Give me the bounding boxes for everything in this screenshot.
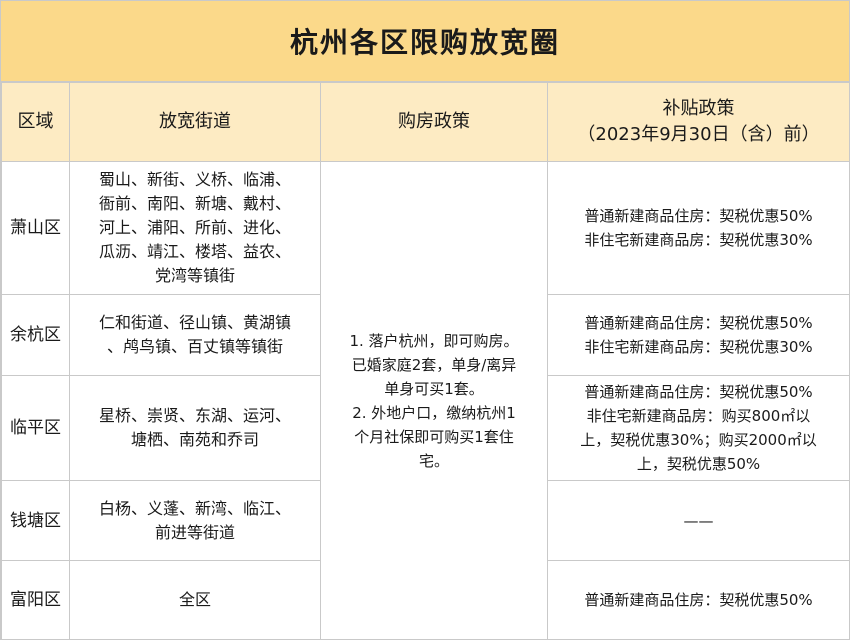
region-cell: 余杭区 bbox=[1, 294, 70, 376]
streets-line: 衙前、南阳、新塘、戴村、 bbox=[98, 194, 291, 213]
streets-cell: 蜀山、新街、义桥、临浦、 衙前、南阳、新塘、戴村、 河上、浦阳、所前、进化、 瓜… bbox=[69, 161, 321, 295]
policy-table: 区域 放宽街道 购房政策 补贴政策 （2023年9月30日（含）前） 萧山区 蜀… bbox=[1, 82, 850, 640]
policy-line: 个月社保即可购买1套住 bbox=[354, 427, 514, 446]
streets-line: 瓜沥、靖江、楼塔、益农、 bbox=[98, 242, 291, 261]
header-purchase-policy: 购房政策 bbox=[320, 82, 548, 162]
header-subsidy-title: 补贴政策 bbox=[662, 98, 735, 119]
streets-line: 星桥、崇贤、东湖、运河、 bbox=[98, 406, 291, 425]
streets-cell: 仁和街道、径山镇、黄湖镇 、鸬鸟镇、百丈镇等镇街 bbox=[69, 294, 321, 376]
header-subsidy-note: （2023年9月30日（含）前） bbox=[577, 124, 820, 145]
subsidy-line: 上，契税优惠50% bbox=[636, 455, 761, 473]
policy-line: 宅。 bbox=[418, 451, 449, 470]
subsidy-line: 普通新建商品住房：契税优惠50% bbox=[584, 314, 813, 332]
streets-line: 、鸬鸟镇、百丈镇等镇街 bbox=[106, 337, 283, 356]
streets-cell: 全区 bbox=[69, 560, 321, 640]
header-streets: 放宽街道 bbox=[69, 82, 321, 162]
subsidy-line: 非住宅新建商品房：契税优惠30% bbox=[584, 231, 813, 249]
policy-line: 已婚家庭2套，单身/离异 bbox=[351, 355, 517, 374]
subsidy-line: 普通新建商品住房：契税优惠50% bbox=[584, 383, 813, 401]
streets-line: 塘栖、南苑和乔司 bbox=[130, 430, 259, 449]
policy-line: 1. 落户杭州，即可购房。 bbox=[349, 331, 519, 350]
table-row: 萧山区 蜀山、新街、义桥、临浦、 衙前、南阳、新塘、戴村、 河上、浦阳、所前、进… bbox=[1, 161, 850, 640]
page-title: 杭州各区限购放宽圈 bbox=[1, 1, 849, 82]
header-region: 区域 bbox=[1, 82, 70, 162]
streets-line: 仁和街道、径山镇、黄湖镇 bbox=[98, 313, 291, 332]
streets-cell: 星桥、崇贤、东湖、运河、 塘栖、南苑和乔司 bbox=[69, 375, 321, 481]
subsidy-cell: 普通新建商品住房：契税优惠50% 非住宅新建商品房：契税优惠30% bbox=[547, 294, 850, 376]
subsidy-line: 上，契税优惠30%；购买2000㎡以 bbox=[580, 431, 817, 449]
streets-line: 前进等街道 bbox=[154, 522, 235, 542]
streets-line: 蜀山、新街、义桥、临浦、 bbox=[98, 170, 291, 189]
subsidy-line: 非住宅新建商品房：购买800㎡以 bbox=[586, 407, 811, 425]
policy-line: 2. 外地户口，缴纳杭州1 bbox=[352, 403, 516, 422]
region-cell: 临平区 bbox=[1, 375, 70, 481]
header-row: 区域 放宽街道 购房政策 补贴政策 （2023年9月30日（含）前） bbox=[1, 82, 850, 162]
subsidy-line: 非住宅新建商品房：契税优惠30% bbox=[584, 338, 813, 356]
subsidy-cell: 普通新建商品住房：契税优惠50% 非住宅新建商品房：契税优惠30% bbox=[547, 161, 850, 295]
region-cell: 钱塘区 bbox=[1, 480, 70, 561]
subsidy-line: 普通新建商品住房：契税优惠50% bbox=[584, 591, 813, 609]
region-cell: 富阳区 bbox=[1, 560, 70, 640]
streets-line: 全区 bbox=[178, 590, 211, 609]
region-cell: 萧山区 bbox=[1, 161, 70, 295]
header-subsidy: 补贴政策 （2023年9月30日（含）前） bbox=[547, 82, 850, 162]
streets-line: 党湾等镇街 bbox=[154, 266, 235, 285]
streets-line: 河上、浦阳、所前、进化、 bbox=[98, 218, 291, 237]
subsidy-cell: —— bbox=[547, 480, 850, 561]
subsidy-cell: 普通新建商品住房：契税优惠50% 非住宅新建商品房：购买800㎡以 上，契税优惠… bbox=[547, 375, 850, 481]
subsidy-line: 普通新建商品住房：契税优惠50% bbox=[584, 207, 813, 225]
purchase-policy-cell: 1. 落户杭州，即可购房。 已婚家庭2套，单身/离异 单身可买1套。 2. 外地… bbox=[320, 161, 548, 640]
policy-line: 单身可买1套。 bbox=[384, 379, 484, 398]
subsidy-cell: 普通新建商品住房：契税优惠50% bbox=[547, 560, 850, 640]
streets-line: 白杨、义蓬、新湾、临江、 bbox=[98, 498, 291, 518]
streets-cell: 白杨、义蓬、新湾、临江、 前进等街道 bbox=[69, 480, 321, 561]
subsidy-dash: —— bbox=[683, 511, 714, 530]
